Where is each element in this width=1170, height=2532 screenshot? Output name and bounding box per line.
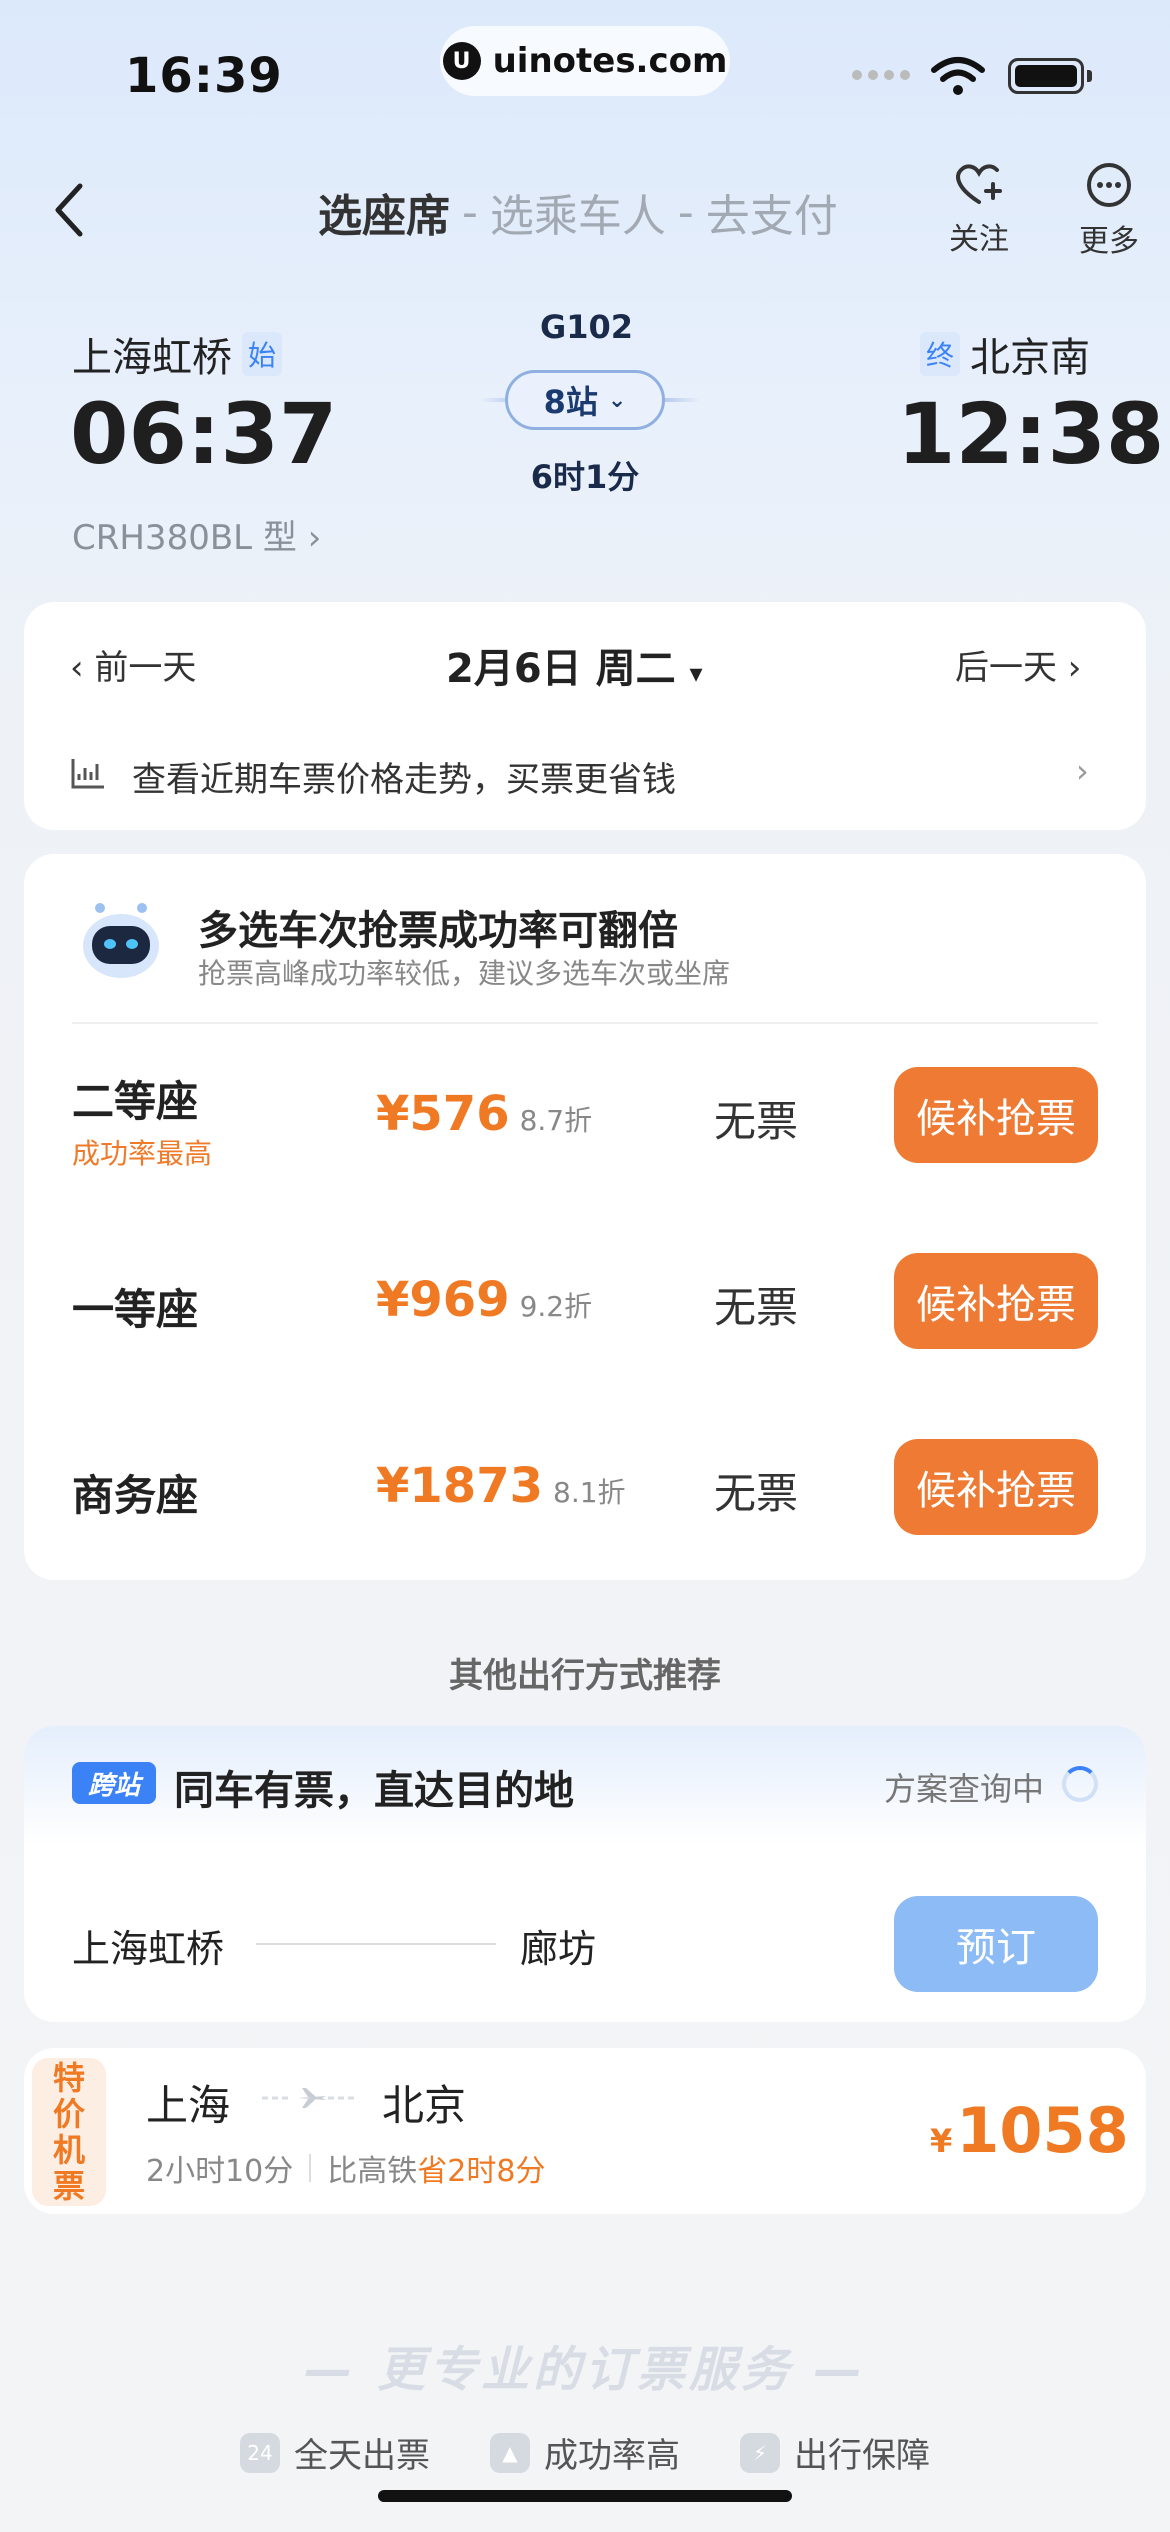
chevron-right-icon: › xyxy=(1076,752,1089,790)
date-selector[interactable]: 2月6日 周二 ▾ xyxy=(446,636,703,694)
more-dots-icon xyxy=(1087,163,1131,207)
battery-tip xyxy=(1087,70,1092,82)
from-station: 上海虹桥 始 xyxy=(72,325,283,383)
query-status: 方案查询中 xyxy=(884,1770,1045,1808)
step-select-passenger: 选乘车人 xyxy=(489,191,666,242)
origin-badge: 始 xyxy=(242,332,283,376)
arrive-time: 12:38 xyxy=(897,385,1165,483)
chevron-down-icon: ⌄ xyxy=(607,387,627,413)
seat-class-name: 二等座 xyxy=(72,1077,199,1126)
seat-discount: 9.2折 xyxy=(519,1290,593,1323)
waitlist-button[interactable]: 候补抢票 xyxy=(894,1067,1098,1163)
step-indicator: 选座席 - 选乘车人 - 去支付 xyxy=(318,180,838,244)
next-day-button[interactable]: 后一天 › xyxy=(955,640,1081,689)
shield-icon: ⚡ xyxy=(740,2432,780,2473)
stops-label: 8站 xyxy=(543,383,598,421)
flight-from: 上海 xyxy=(146,2081,231,2130)
home-indicator xyxy=(378,2490,792,2502)
status-time: 16:39 xyxy=(125,48,283,104)
alt-to-station: 廊坊 xyxy=(520,1927,597,1971)
prev-day-button[interactable]: ‹ 前一天 xyxy=(70,640,196,689)
step-pay: 去支付 xyxy=(705,191,838,242)
seat-availability: 无票 xyxy=(714,1097,799,1146)
step-select-seat: 选座席 xyxy=(318,191,450,242)
cellular-signal-icon xyxy=(852,70,910,80)
more-button[interactable]: 更多 xyxy=(1074,162,1144,260)
caret-down-icon: ▾ xyxy=(689,659,703,689)
chart-trend-icon xyxy=(71,759,104,789)
seat-availability: 无票 xyxy=(714,1469,799,1518)
to-station: 终 北京南 xyxy=(920,325,1090,383)
success-rate-icon: ▲ xyxy=(490,2432,530,2473)
to-station-name: 北京南 xyxy=(970,335,1091,381)
url-text: uinotes.com xyxy=(492,41,728,81)
robot-assistant-icon xyxy=(83,903,159,978)
cross-station-badge: 跨站 xyxy=(72,1762,156,1804)
follow-button[interactable]: 关注 xyxy=(944,162,1014,258)
seat-price: ¥969 9.2折 xyxy=(376,1272,593,1328)
seat-availability: 无票 xyxy=(714,1283,799,1332)
tip-title: 多选车次抢票成功率可翻倍 xyxy=(198,908,678,954)
service-title: — 更专业的订票服务 — xyxy=(304,2342,866,2398)
site-logo-icon: U xyxy=(442,42,481,80)
train-model-link[interactable]: CRH380BL 型 › xyxy=(72,510,321,559)
alt-from-station: 上海虹桥 xyxy=(72,1927,225,1971)
route-line xyxy=(256,1943,496,1945)
battery-icon xyxy=(1008,58,1084,94)
heart-plus-icon xyxy=(956,164,1002,204)
section-title: 其他出行方式推荐 xyxy=(449,1656,721,1696)
more-label: 更多 xyxy=(1079,224,1139,259)
seat-class-name: 一等座 xyxy=(72,1285,199,1334)
trip-duration: 6时1分 xyxy=(530,458,640,496)
url-pill[interactable]: U uinotes.com xyxy=(440,26,730,96)
flight-to: 北京 xyxy=(382,2081,467,2130)
seat-tag: 成功率最高 xyxy=(72,1137,213,1170)
cross-station-title: 同车有票，直达目的地 xyxy=(174,1768,574,1814)
from-station-name: 上海虹桥 xyxy=(72,335,232,381)
seat-price: ¥576 8.7折 xyxy=(376,1086,593,1142)
clock-24-icon: 24 xyxy=(240,2432,280,2473)
seat-discount: 8.1折 xyxy=(553,1476,626,1509)
special-flight-badge: 特价机票 xyxy=(32,2058,106,2206)
depart-time: 06:37 xyxy=(70,385,338,483)
flight-duration: 2小时10分 xyxy=(146,2154,294,2189)
stops-button[interactable]: 8站 ⌄ xyxy=(505,370,665,430)
wifi-icon xyxy=(931,57,985,95)
waitlist-button[interactable]: 候补抢票 xyxy=(894,1253,1098,1349)
waitlist-button[interactable]: 候补抢票 xyxy=(894,1439,1098,1535)
seat-price: ¥1873 8.1折 xyxy=(376,1458,626,1514)
back-chevron-icon[interactable] xyxy=(50,180,90,240)
flight-price: ¥1058 xyxy=(930,2094,1129,2167)
follow-label: 关注 xyxy=(949,222,1009,257)
terminal-badge: 终 xyxy=(920,332,961,376)
tip-subtitle: 抢票高峰成功率较低，建议多选车次或坐席 xyxy=(198,957,731,990)
divider xyxy=(72,1022,1098,1024)
service-row: 24 全天出票 ▲ 成功率高 ⚡ 出行保障 xyxy=(0,2428,1170,2477)
airplane-icon xyxy=(262,2088,358,2108)
time-saved: 省2时8分 xyxy=(417,2154,546,2189)
flight-info: 2小时10分 比高铁省2时8分 xyxy=(146,2146,545,2190)
train-number: G102 xyxy=(540,308,634,346)
price-trend-link[interactable]: 查看近期车票价格走势，买票更省钱 xyxy=(132,752,676,801)
book-button[interactable]: 预订 xyxy=(894,1896,1098,1992)
seat-class-name: 商务座 xyxy=(72,1471,199,1520)
loading-spinner-icon xyxy=(1062,1766,1098,1802)
seat-discount: 8.7折 xyxy=(519,1104,593,1137)
